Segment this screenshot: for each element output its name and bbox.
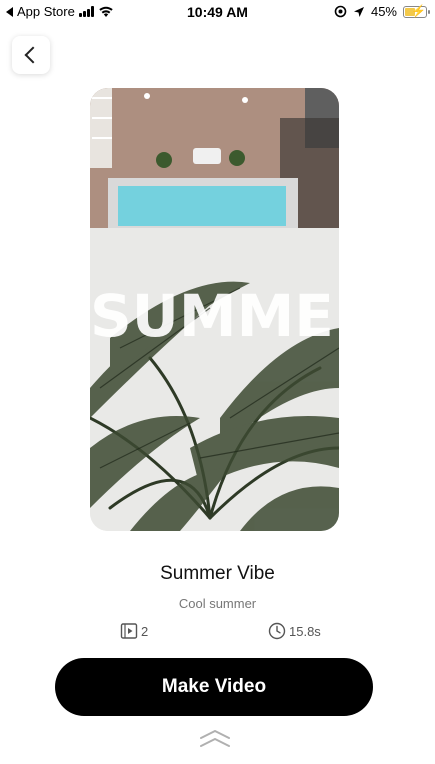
film-clip-icon bbox=[120, 623, 138, 639]
template-title: Summer Vibe bbox=[160, 563, 275, 584]
location-arrow-icon bbox=[353, 6, 364, 17]
status-bar: App Store 10:49 AM 45% ⚡ bbox=[0, 0, 435, 24]
preview-overlay-text: SUMMER bbox=[90, 282, 339, 350]
battery-percentage: 45% bbox=[370, 4, 397, 19]
clip-count-value: 2 bbox=[141, 623, 149, 639]
duration-value: 15.8s bbox=[289, 623, 321, 639]
screen-lock-icon bbox=[334, 5, 347, 18]
make-video-button[interactable]: Make Video bbox=[55, 658, 373, 716]
double-chevron-up-icon[interactable] bbox=[198, 728, 232, 750]
clip-count: 2 bbox=[120, 622, 148, 640]
back-button[interactable] bbox=[12, 36, 50, 74]
template-preview[interactable]: SUMMER bbox=[90, 88, 339, 531]
status-icons: 45% ⚡ bbox=[334, 4, 430, 19]
chevron-left-icon bbox=[24, 46, 42, 64]
duration: 15.8s bbox=[268, 622, 321, 640]
template-subtitle: Cool summer bbox=[178, 596, 257, 611]
battery-icon: ⚡ bbox=[403, 4, 430, 18]
clock-icon bbox=[268, 622, 286, 640]
